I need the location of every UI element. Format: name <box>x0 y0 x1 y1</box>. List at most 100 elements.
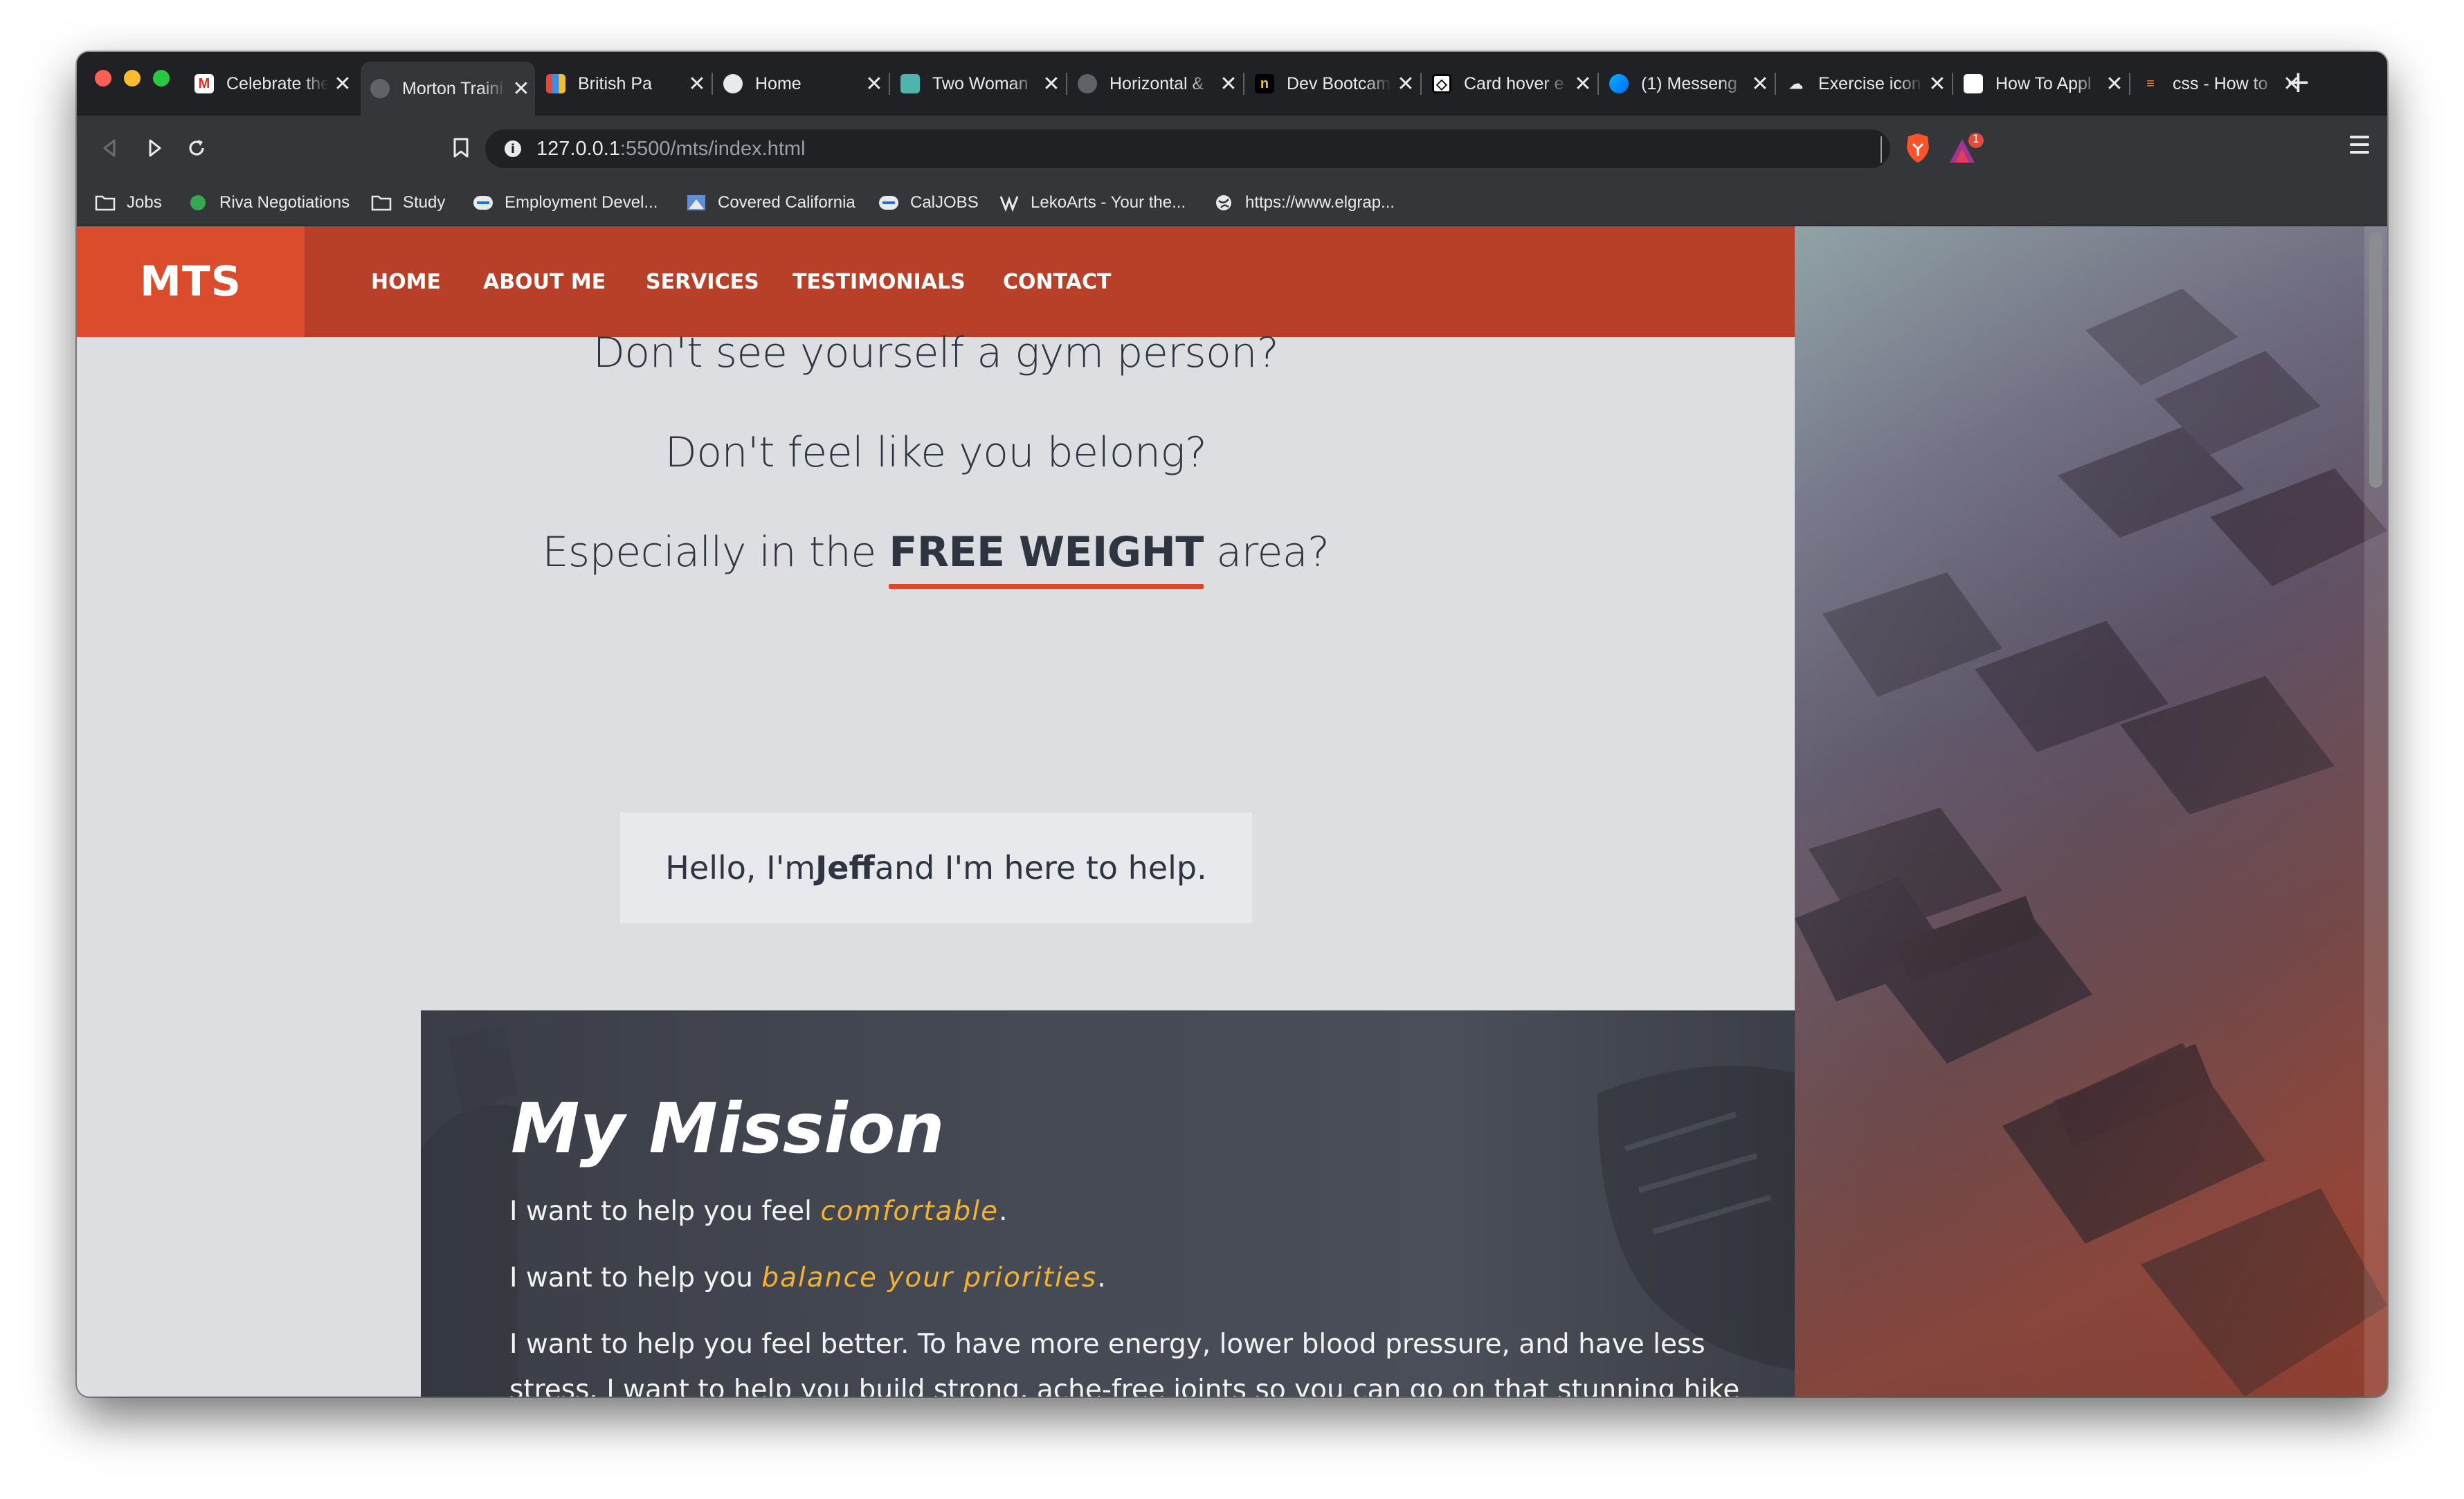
bookmark-employment-devel[interactable]: Employment Devel... <box>473 189 658 217</box>
edd-icon <box>473 194 493 212</box>
hero-line-1: Don't see yourself a gym person? <box>592 329 1279 377</box>
browser-toolbar: i 127.0.0.1 :5500/mts/index.html 1 <box>77 116 2387 181</box>
site-navbar: MTS HOME ABOUT ME SERVICES TESTIMONIALS … <box>77 226 1795 337</box>
tab-morton-training[interactable]: Morton Traini ✕ <box>361 62 535 116</box>
rewards-badge-count: 1 <box>1972 132 1980 145</box>
tab-separator <box>889 73 890 95</box>
reload-icon[interactable] <box>178 129 215 167</box>
brave-rewards-icon[interactable]: 1 <box>1946 131 1986 168</box>
gmail-icon: M <box>194 74 214 93</box>
bookmark-lekoarts[interactable]: LekoArts - Your the... <box>999 189 1186 217</box>
tab-close-icon[interactable]: ✕ <box>1038 72 1065 96</box>
nav-link-services[interactable]: SERVICES <box>646 226 759 337</box>
address-bar[interactable]: i 127.0.0.1 :5500/mts/index.html <box>485 129 1890 168</box>
bookmark-jobs[interactable]: Jobs <box>95 189 162 217</box>
site-info-icon[interactable]: i <box>505 140 521 157</box>
tab-close-icon[interactable]: ✕ <box>2101 72 2128 96</box>
site-icon <box>188 194 208 212</box>
forward-icon[interactable] <box>136 129 174 167</box>
url-host: 127.0.0.1 <box>536 137 620 160</box>
tab-separator <box>712 73 713 95</box>
edd-icon <box>878 194 899 212</box>
site-logo[interactable]: MTS <box>77 226 305 337</box>
accent-word-balance: balance your priorities <box>761 1262 1098 1293</box>
accent-word-comfortable: comfortable <box>820 1196 999 1227</box>
messenger-icon <box>1609 74 1629 93</box>
folder-icon <box>95 194 116 212</box>
tab-british-pa[interactable]: British Pa ✕ <box>536 62 711 106</box>
tab-celebrate[interactable]: M Celebrate the ✕ <box>185 62 356 106</box>
tab-messenger[interactable]: (1) Messeng ✕ <box>1600 62 1774 106</box>
tab-close-icon[interactable]: ✕ <box>1923 72 1951 96</box>
tab-dev-bootcamp[interactable]: n Dev Bootcam ✕ <box>1245 62 1420 106</box>
tab-separator <box>1952 73 1953 95</box>
globe-icon <box>370 79 390 98</box>
brave-shields-icon[interactable] <box>1904 132 1932 164</box>
tab-two-woman[interactable]: Two Woman ✕ <box>891 62 1065 106</box>
toolbar-divider <box>1881 136 1882 163</box>
site-icon <box>686 194 707 212</box>
dumbbell-illustration <box>1795 226 2387 1397</box>
tab-close-icon[interactable]: ✕ <box>683 72 711 96</box>
tab-strip: M Celebrate the ✕ Morton Traini ✕ Britis… <box>77 52 2387 116</box>
tab-close-icon[interactable]: ✕ <box>1392 72 1420 96</box>
tab-separator <box>1243 73 1244 95</box>
minimize-window-button[interactable] <box>124 70 141 87</box>
bookmark-icon[interactable] <box>442 129 480 167</box>
tab-card-hover[interactable]: ◇ Card hover e ✕ <box>1422 62 1597 106</box>
bookmark-elgrap[interactable]: https://www.elgrap... <box>1213 189 1395 217</box>
nav-link-contact[interactable]: CONTACT <box>1003 226 1111 337</box>
tab-css-how-to[interactable]: ≡ css - How to ✕ <box>2131 62 2306 106</box>
mission-section: My Mission I want to help you feel comfo… <box>421 1010 1795 1397</box>
bookmark-study[interactable]: Study <box>371 189 445 217</box>
hero-line-3: Especially in the FREE WEIGHT area? <box>77 528 1795 589</box>
tab-how-to-apply[interactable]: How To Appl ✕ <box>1954 62 2128 106</box>
zoom-window-button[interactable] <box>153 70 170 87</box>
tab-separator <box>2129 73 2130 95</box>
flag-icon <box>546 74 565 93</box>
mission-title: My Mission <box>511 1088 945 1169</box>
codepen-icon: ◇ <box>1432 74 1451 93</box>
back-icon[interactable] <box>91 129 128 167</box>
folder-icon <box>371 194 392 212</box>
nav-link-home[interactable]: HOME <box>371 226 441 337</box>
page-viewport: MTS HOME ABOUT ME SERVICES TESTIMONIALS … <box>77 226 2387 1397</box>
globe-icon <box>723 74 743 93</box>
page-scrollbar-thumb[interactable] <box>2369 232 2382 488</box>
dev-icon: n <box>1255 74 1274 93</box>
tab-exercise-icon[interactable]: ☁ Exercise icon ✕ <box>1777 62 1951 106</box>
bookmark-riva-negotiations[interactable]: Riva Negotiations <box>188 189 350 217</box>
menu-icon[interactable] <box>2346 131 2373 165</box>
icon-site-icon: ☁ <box>1786 74 1806 93</box>
bookmark-caljobs[interactable]: CalJOBS <box>878 189 979 217</box>
tab-home[interactable]: Home ✕ <box>714 62 888 106</box>
tab-close-icon[interactable]: ✕ <box>507 77 535 101</box>
doc-icon <box>1964 74 1983 93</box>
close-window-button[interactable] <box>95 70 111 87</box>
new-tab-button[interactable]: + <box>2285 67 2311 98</box>
dumbbell-rack-photo <box>1795 226 2387 1397</box>
tab-close-icon[interactable]: ✕ <box>1569 72 1597 96</box>
globe-icon <box>1213 194 1234 212</box>
mission-paragraph-2: I want to help you balance your prioriti… <box>509 1262 1106 1293</box>
tab-close-icon[interactable]: ✕ <box>329 72 356 96</box>
mission-paragraph-1: I want to help you feel comfortable. <box>509 1196 1008 1227</box>
globe-icon <box>1078 74 1097 93</box>
bookmark-covered-california[interactable]: Covered California <box>686 189 855 217</box>
tab-separator <box>1066 73 1067 95</box>
tab-close-icon[interactable]: ✕ <box>1746 72 1774 96</box>
hero-line-2: Don't feel like you belong? <box>664 428 1207 477</box>
browser-window: M Celebrate the ✕ Morton Traini ✕ Britis… <box>77 52 2387 1397</box>
tab-close-icon[interactable]: ✕ <box>1215 72 1242 96</box>
mission-paragraph-3: I want to help you feel better. To have … <box>509 1329 1740 1397</box>
tab-horizontal[interactable]: Horizontal & ✕ <box>1068 62 1242 106</box>
tab-separator <box>1420 73 1422 95</box>
nav-link-testimonials[interactable]: TESTIMONIALS <box>792 226 966 337</box>
accent-underline <box>889 584 1204 589</box>
url-path: :5500/mts/index.html <box>619 137 806 160</box>
tab-separator <box>1597 73 1599 95</box>
stackoverflow-icon: ≡ <box>2146 75 2155 91</box>
free-weight-highlight: FREE WEIGHT <box>889 528 1204 589</box>
tab-close-icon[interactable]: ✕ <box>860 72 888 96</box>
nav-link-about-me[interactable]: ABOUT ME <box>483 226 606 337</box>
